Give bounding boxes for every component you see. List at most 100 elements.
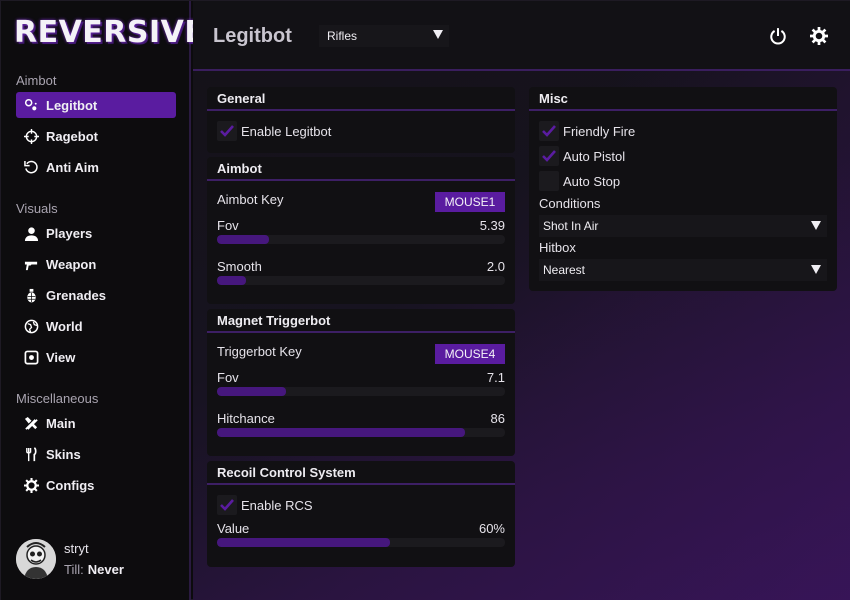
globe-icon — [22, 317, 40, 335]
camera-icon — [22, 348, 40, 366]
sidebar-item-label: Skins — [46, 446, 81, 462]
enable-rcs-checkbox[interactable] — [217, 495, 237, 515]
checkmark-icon — [220, 125, 234, 137]
sidebar-item-players[interactable]: Players — [16, 220, 176, 246]
sidebar: REVERSIVE Aimbot Legitbot Ragebot Anti A… — [1, 1, 205, 600]
sidebar-item-ragebot[interactable]: Ragebot — [16, 123, 176, 149]
window: REVERSIVE Aimbot Legitbot Ragebot Anti A… — [0, 0, 850, 600]
sidebar-item-anti-aim[interactable]: Anti Aim — [16, 154, 176, 180]
target-hit-icon — [22, 96, 40, 114]
panel-misc: Misc Friendly Fire Auto Pistol Auto Stop… — [529, 87, 837, 291]
username: stryt — [64, 541, 89, 556]
triggerbot-fov-slider[interactable] — [217, 387, 505, 396]
hitbox-value: Nearest — [543, 263, 586, 277]
sidebar-item-label: Weapon — [46, 256, 97, 272]
sidebar-item-skins[interactable]: Skins — [16, 441, 176, 467]
sidebar-item-label: Configs — [46, 477, 95, 493]
tools-icon — [22, 414, 40, 432]
sidebar-item-label: Main — [46, 415, 76, 431]
settings-gear-icon[interactable] — [810, 27, 828, 45]
sidebar-item-label: Ragebot — [46, 128, 98, 144]
avatar[interactable] — [16, 539, 56, 579]
gun-icon — [22, 255, 40, 273]
enable-legitbot-label: Enable Legitbot — [241, 124, 332, 139]
sidebar-item-main[interactable]: Main — [16, 410, 176, 436]
panel-general: General Enable Legitbot — [207, 87, 515, 153]
panel-recoil-control-system: Recoil Control System Enable RCS Value 6… — [207, 461, 515, 567]
panel-title: Misc — [529, 87, 837, 111]
sidebar-item-label: Grenades — [46, 287, 106, 303]
till-label: Till: — [64, 562, 84, 577]
grenade-icon — [22, 286, 40, 304]
aimbot-key-button[interactable]: MOUSE1 — [435, 192, 505, 212]
sidebar-item-configs[interactable]: Configs — [16, 472, 176, 498]
triggerbot-fov-row: Fov 7.1 — [217, 370, 505, 385]
triggerbot-hitchance-label: Hitchance — [217, 411, 275, 426]
sidebar-item-grenades[interactable]: Grenades — [16, 282, 176, 308]
cutlery-icon — [22, 445, 40, 463]
app-logo: REVERSIVE — [14, 15, 206, 50]
rcs-value: 60% — [478, 521, 505, 536]
rcs-value-slider[interactable] — [217, 538, 505, 547]
panel-title: General — [207, 87, 515, 111]
hitbox-dropdown[interactable]: Nearest — [539, 259, 827, 281]
auto-pistol-checkbox[interactable] — [539, 146, 559, 166]
aimbot-fov-label: Fov — [217, 218, 239, 233]
slider-fill — [217, 276, 246, 285]
aimbot-smooth-value: 2.0 — [486, 259, 505, 274]
checkmark-icon — [542, 125, 556, 137]
hitbox-label: Hitbox — [539, 240, 576, 255]
top-bar: Legitbot Rifles — [193, 1, 850, 71]
sidebar-item-label: Anti Aim — [46, 159, 99, 175]
triggerbot-hitchance-slider[interactable] — [217, 428, 505, 437]
user-icon — [22, 224, 40, 242]
triggerbot-hitchance-value: 86 — [490, 411, 505, 426]
main-content: Legitbot Rifles General Enable Legitbot … — [193, 1, 850, 600]
friendly-fire-checkbox[interactable] — [539, 121, 559, 141]
sidebar-item-label: World — [46, 318, 83, 334]
user-info: stryt Till: Never — [16, 539, 124, 579]
triggerbot-key-button[interactable]: MOUSE4 — [435, 344, 505, 364]
sidebar-item-label: Players — [46, 225, 93, 241]
sidebar-item-view[interactable]: View — [16, 344, 176, 370]
weapon-group-select[interactable]: Rifles — [319, 25, 449, 47]
till-value: Never — [87, 562, 124, 577]
aimbot-smooth-slider[interactable] — [217, 276, 505, 285]
sidebar-item-label: View — [46, 349, 76, 365]
dropdown-arrow-icon — [811, 265, 821, 274]
friendly-fire-label: Friendly Fire — [563, 124, 636, 139]
section-title-miscellaneous: Miscellaneous — [16, 391, 99, 406]
rcs-value-label: Value — [217, 521, 250, 536]
power-icon[interactable] — [769, 27, 787, 45]
panel-aimbot: Aimbot Aimbot Key MOUSE1 Fov 5.39 Smooth… — [207, 157, 515, 304]
aimbot-smooth-row: Smooth 2.0 — [217, 259, 505, 274]
sidebar-item-legitbot[interactable]: Legitbot — [16, 92, 176, 118]
dropdown-arrow-icon — [811, 221, 821, 230]
slider-fill — [217, 387, 287, 396]
sidebar-item-weapon[interactable]: Weapon — [16, 251, 176, 277]
auto-stop-label: Auto Stop — [563, 174, 621, 189]
panel-title: Aimbot — [207, 157, 515, 181]
license-expiry: Till: Never — [64, 562, 124, 577]
auto-stop-checkbox[interactable] — [539, 171, 559, 191]
crosshair-icon — [22, 127, 40, 145]
gear-icon — [22, 476, 40, 494]
aimbot-fov-value: 5.39 — [479, 218, 505, 233]
conditions-dropdown[interactable]: Shot In Air — [539, 215, 827, 237]
slider-fill — [217, 235, 269, 244]
sidebar-item-label: Legitbot — [46, 97, 98, 113]
section-title-visuals: Visuals — [16, 201, 58, 216]
dropdown-arrow-icon — [433, 30, 443, 39]
aimbot-fov-slider[interactable] — [217, 235, 505, 244]
rotate-icon — [22, 158, 40, 176]
slider-fill — [217, 538, 390, 547]
rcs-value-row: Value 60% — [217, 521, 505, 536]
enable-rcs-label: Enable RCS — [241, 498, 313, 513]
sidebar-item-world[interactable]: World — [16, 313, 176, 339]
auto-pistol-label: Auto Pistol — [563, 149, 626, 164]
triggerbot-fov-value: 7.1 — [486, 370, 505, 385]
triggerbot-fov-label: Fov — [217, 370, 239, 385]
section-title-aimbot: Aimbot — [16, 73, 57, 88]
panel-magnet-triggerbot: Magnet Triggerbot Triggerbot Key MOUSE4 … — [207, 309, 515, 456]
enable-legitbot-checkbox[interactable] — [217, 121, 237, 141]
